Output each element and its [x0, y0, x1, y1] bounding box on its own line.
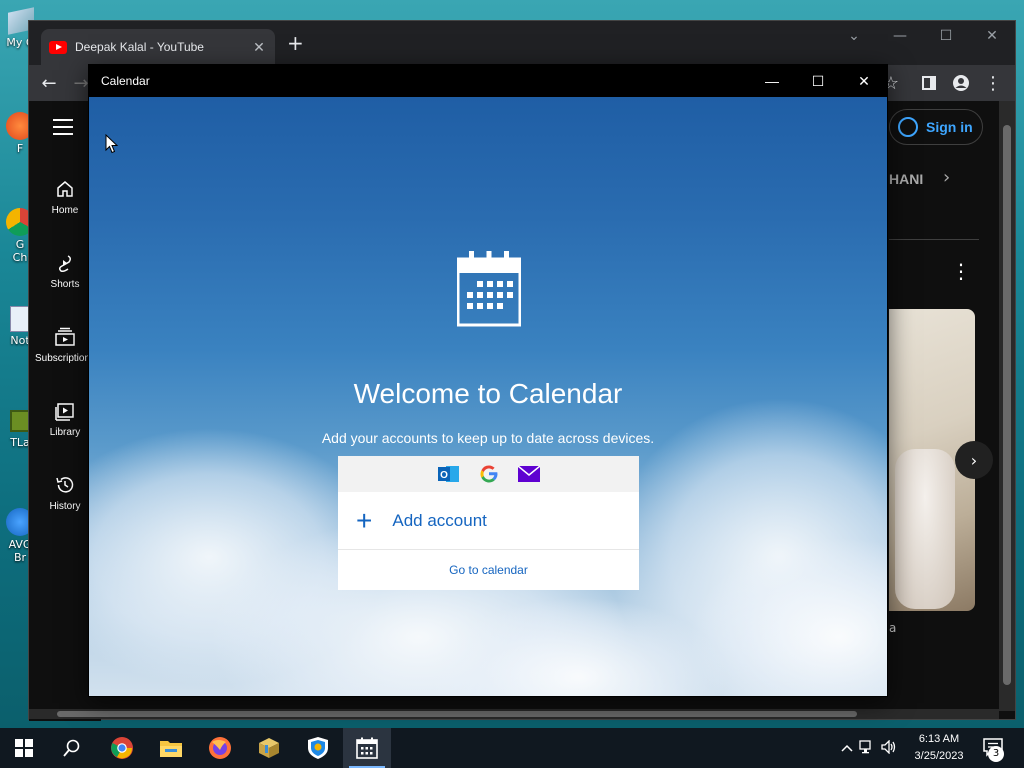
subscriptions-icon — [55, 327, 75, 346]
network-icon[interactable] — [856, 739, 878, 757]
tab-close-icon[interactable]: ✕ — [251, 39, 267, 56]
home-icon — [57, 181, 73, 197]
new-tab-button[interactable]: + — [287, 33, 304, 53]
clock-date: 3/25/2023 — [914, 750, 964, 762]
system-clock[interactable]: 6:13 AM 3/25/2023 — [906, 731, 972, 765]
youtube-favicon-icon — [49, 40, 67, 54]
minimize-button[interactable]: — — [877, 21, 923, 51]
desktop-icon-label: F — [16, 142, 24, 155]
sidebar-item-label: History — [49, 501, 81, 512]
provider-icons-row: O — [338, 456, 639, 492]
folder-icon — [160, 741, 182, 757]
volume-icon[interactable] — [878, 738, 900, 757]
taskbar-package-app[interactable] — [245, 728, 293, 768]
calendar-welcome-page: Welcome to Calendar Add your accounts to… — [89, 97, 887, 696]
shorts-icon — [58, 255, 72, 272]
chrome-window-controls: ⌄ — ☐ ✕ — [831, 21, 1015, 53]
calendar-app-icon — [457, 251, 521, 327]
firefox-icon — [209, 737, 231, 759]
outlook-icon: O — [437, 463, 460, 485]
taskbar: 6:13 AM 3/25/2023 3 — [0, 728, 1024, 768]
sidebar-item-label: Home — [51, 205, 79, 216]
search-icon — [63, 739, 80, 757]
window-title: Calendar — [101, 74, 150, 88]
tab-search-icon[interactable]: ⌄ — [831, 21, 877, 51]
welcome-heading: Welcome to Calendar — [353, 378, 623, 409]
notification-count-badge: 3 — [988, 746, 1004, 762]
close-button[interactable]: ✕ — [841, 65, 887, 97]
chrome-menu-icon[interactable]: ⋮ — [981, 71, 1005, 95]
search-button[interactable] — [48, 728, 96, 768]
taskbar-firefox[interactable] — [196, 728, 244, 768]
sidebar-item-label: Library — [49, 427, 81, 438]
yahoo-mail-icon — [517, 463, 540, 485]
sign-in-label: Sign in — [926, 119, 973, 135]
calendar-icon — [356, 737, 378, 759]
carousel-next-button[interactable]: › — [955, 441, 993, 479]
taskbar-brave[interactable] — [294, 728, 342, 768]
user-circle-icon — [898, 117, 918, 137]
sidebar-item-label: Subscriptions — [34, 353, 96, 364]
mouse-cursor-icon — [105, 134, 119, 154]
browser-shield-icon — [308, 737, 328, 759]
browser-tab[interactable]: Deepak Kalal - YouTube ✕ — [41, 29, 275, 65]
chip-next-chevron-icon[interactable]: › — [943, 167, 950, 188]
maximize-button[interactable]: ☐ — [795, 65, 841, 97]
start-button[interactable] — [0, 728, 48, 768]
system-tray — [838, 728, 900, 768]
desktop-icon-label: TLa — [10, 436, 30, 449]
close-button[interactable]: ✕ — [969, 21, 1015, 51]
svg-text:O: O — [440, 470, 448, 481]
hamburger-menu-icon[interactable] — [53, 119, 73, 140]
history-icon — [56, 477, 74, 493]
chrome-tab-bar: Deepak Kalal - YouTube ✕ + ⌄ — ☐ ✕ — [29, 21, 1015, 65]
profile-icon[interactable] — [949, 71, 973, 95]
horizontal-scrollbar[interactable] — [29, 709, 999, 719]
video-caption: a — [889, 621, 897, 635]
show-hidden-icons-chevron-icon[interactable] — [838, 741, 856, 755]
taskbar-chrome[interactable] — [98, 728, 146, 768]
desktop-icon-label: G Ch — [12, 238, 28, 264]
library-icon — [55, 403, 74, 421]
add-account-label: Add account — [392, 510, 487, 530]
vertical-scrollbar[interactable] — [999, 101, 1015, 711]
calendar-window: Calendar — ☐ ✕ Welcome to Calendar Add y… — [88, 64, 888, 697]
go-to-calendar-link[interactable]: Go to calendar — [338, 550, 639, 590]
welcome-subtitle: Add your accounts to keep up to date acr… — [321, 430, 655, 446]
divider — [889, 239, 979, 240]
google-icon — [478, 463, 500, 485]
more-options-icon[interactable]: ⋮ — [951, 259, 971, 283]
tab-title: Deepak Kalal - YouTube — [75, 40, 204, 54]
taskbar-file-explorer[interactable] — [147, 728, 195, 768]
windows-logo-icon — [15, 739, 33, 757]
taskbar-calendar[interactable] — [343, 728, 391, 768]
filter-chip[interactable]: HANI — [889, 171, 923, 187]
account-card: O + Add account Go to calendar — [338, 456, 639, 590]
minimize-button[interactable]: — — [749, 65, 795, 97]
maximize-button[interactable]: ☐ — [923, 21, 969, 51]
clock-time: 6:13 AM — [918, 733, 960, 745]
sidebar-item-label: Shorts — [50, 279, 80, 290]
package-icon — [259, 738, 279, 758]
sign-in-button[interactable]: Sign in — [889, 109, 983, 145]
calendar-title-bar: Calendar — ☐ ✕ — [89, 65, 887, 97]
calendar-window-controls: — ☐ ✕ — [749, 65, 887, 97]
plus-icon: + — [356, 504, 373, 536]
add-account-button[interactable]: + Add account — [338, 492, 639, 550]
back-button[interactable]: ← — [37, 71, 61, 95]
desktop-icon-label: Not — [10, 334, 30, 347]
chrome-icon — [111, 737, 133, 759]
side-panel-icon[interactable] — [917, 71, 941, 95]
